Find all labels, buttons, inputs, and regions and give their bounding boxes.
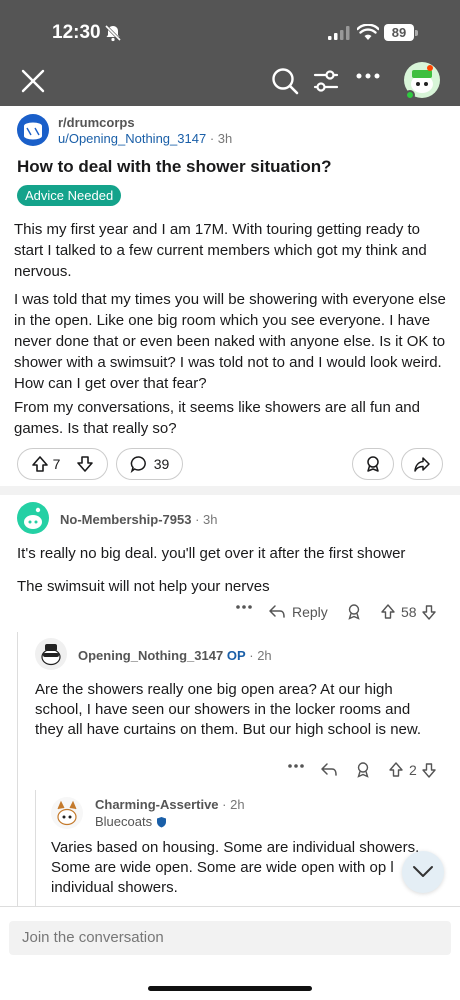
subreddit-name[interactable]: r/drumcorps bbox=[58, 115, 135, 130]
comment-vote: 58 bbox=[380, 603, 437, 621]
drum-icon bbox=[24, 122, 42, 140]
downvote-icon[interactable] bbox=[421, 603, 437, 621]
section-divider bbox=[0, 486, 460, 495]
share-button[interactable] bbox=[401, 448, 443, 480]
user-flair-text: Bluecoats bbox=[95, 814, 153, 829]
battery-indicator: 89 bbox=[384, 24, 414, 41]
comment-avatar[interactable] bbox=[51, 797, 83, 829]
upvote-icon[interactable] bbox=[388, 761, 404, 779]
comment-text: It's really no big deal. you'll get over… bbox=[17, 545, 406, 562]
search-icon[interactable] bbox=[270, 66, 300, 96]
comment-avatar[interactable] bbox=[17, 502, 49, 534]
comment-bubble-icon bbox=[130, 456, 146, 473]
comment-time-sep: · bbox=[191, 512, 204, 527]
comment-time: 3h bbox=[203, 512, 218, 527]
snoo-avatar-icon bbox=[57, 800, 77, 826]
award-icon bbox=[367, 456, 379, 472]
user-flair: Bluecoats bbox=[95, 814, 167, 829]
snoo-avatar-icon bbox=[41, 644, 61, 666]
thread-line[interactable] bbox=[17, 632, 18, 906]
sort-icon[interactable] bbox=[313, 68, 339, 94]
post-author[interactable]: u/Opening_Nothing_3147 bbox=[58, 131, 206, 146]
share-icon bbox=[414, 457, 430, 472]
post-title: How to deal with the shower situation? bbox=[17, 157, 332, 176]
wifi-icon bbox=[357, 24, 379, 40]
snoo-avatar-icon bbox=[24, 507, 42, 529]
more-options-icon[interactable] bbox=[356, 72, 380, 80]
award-button[interactable] bbox=[346, 603, 362, 621]
comment-more-button[interactable] bbox=[288, 763, 304, 769]
reply-button[interactable]: Reply bbox=[268, 604, 328, 620]
comments-button[interactable]: 39 bbox=[116, 448, 183, 480]
downvote-icon[interactable] bbox=[76, 455, 94, 473]
online-status-dot bbox=[405, 90, 415, 100]
more-options-icon bbox=[288, 764, 304, 768]
upvote-icon[interactable] bbox=[380, 603, 396, 621]
comment-author[interactable]: No-Membership-7953 bbox=[60, 512, 191, 527]
post-time-sep: · bbox=[209, 131, 218, 146]
reply-arrow-icon bbox=[321, 763, 337, 776]
award-icon bbox=[357, 762, 369, 778]
subreddit-icon[interactable] bbox=[17, 114, 49, 146]
post-body-paragraph: I was told that my times you will be sho… bbox=[14, 291, 446, 392]
post-flair[interactable]: Advice Needed bbox=[17, 185, 122, 206]
chevron-down-icon bbox=[413, 866, 433, 877]
comment-time-sep: · bbox=[218, 797, 231, 812]
comment-author-line[interactable]: Charming-Assertive · 2h bbox=[95, 797, 245, 812]
post-vote-pill: 7 bbox=[17, 448, 108, 480]
op-badge: OP bbox=[226, 648, 246, 663]
more-options-icon bbox=[236, 605, 252, 609]
comment-vote-count: 2 bbox=[409, 762, 417, 778]
status-time: 12:30 bbox=[52, 22, 101, 43]
comment-count: 39 bbox=[153, 456, 170, 472]
award-icon bbox=[348, 604, 360, 620]
bell-muted-icon bbox=[104, 24, 122, 42]
top-bar: 12:30 89 bbox=[0, 0, 460, 106]
post-vote-count: 7 bbox=[52, 456, 61, 472]
comment-author[interactable]: Opening_Nothing_3147 bbox=[78, 648, 223, 663]
battery-tip bbox=[415, 30, 418, 36]
home-indicator bbox=[148, 986, 312, 991]
comment-author-line[interactable]: No-Membership-7953 · 3h bbox=[60, 512, 218, 527]
comment-text: The swimsuit will not help your nerves bbox=[17, 578, 270, 595]
comment-time-sep: · bbox=[245, 648, 258, 663]
award-button[interactable] bbox=[355, 761, 371, 779]
comment-author[interactable]: Charming-Assertive bbox=[95, 797, 219, 812]
reply-label: Reply bbox=[292, 604, 328, 620]
award-button[interactable] bbox=[352, 448, 394, 480]
downvote-icon[interactable] bbox=[421, 761, 437, 779]
scroll-next-button[interactable] bbox=[402, 851, 444, 893]
comment-vote-count: 58 bbox=[401, 604, 417, 620]
comment-time: 2h bbox=[230, 797, 245, 812]
close-icon[interactable] bbox=[20, 68, 46, 94]
reply-arrow-icon bbox=[269, 605, 285, 618]
comment-text: Varies based on housing. Some are indivi… bbox=[51, 839, 420, 896]
comment-text: Are the showers really one big open area… bbox=[35, 681, 422, 738]
signal-icon bbox=[328, 26, 350, 40]
upvote-icon[interactable] bbox=[31, 455, 49, 473]
reply-button[interactable] bbox=[320, 762, 338, 778]
thread-line[interactable] bbox=[35, 790, 36, 906]
post-body-paragraph: From my conversations, it seems like sho… bbox=[14, 399, 420, 437]
comment-input[interactable]: Join the conversation bbox=[9, 921, 451, 955]
comment-avatar[interactable] bbox=[35, 638, 67, 670]
comment-more-button[interactable] bbox=[236, 604, 252, 610]
comment-vote: 2 bbox=[388, 761, 437, 779]
shield-icon bbox=[157, 816, 167, 827]
post-author-line[interactable]: u/Opening_Nothing_3147 · 3h bbox=[58, 131, 232, 146]
post-body-paragraph: This my first year and I am 17M. With to… bbox=[14, 221, 427, 280]
post-time: 3h bbox=[217, 131, 233, 146]
comment-author-line[interactable]: Opening_Nothing_3147 OP · 2h bbox=[78, 648, 272, 663]
comment-time: 2h bbox=[257, 648, 272, 663]
